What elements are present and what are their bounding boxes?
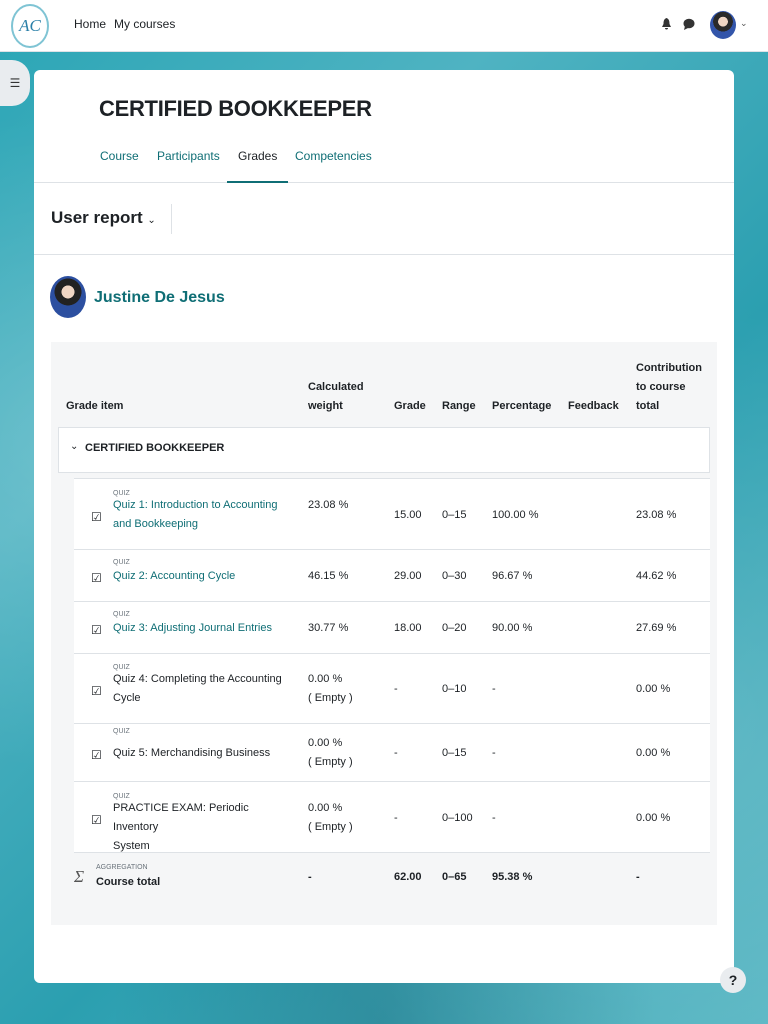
grade-item-name: Quiz 5: Merchandising Business xyxy=(113,747,271,759)
calculated-weight: - xyxy=(308,871,312,883)
grade-row: ☑ QUIZ PRACTICE EXAM: Periodic Inventory Sy… xyxy=(74,781,710,852)
user-avatar[interactable] xyxy=(710,11,736,39)
bell-icon[interactable] xyxy=(661,18,672,30)
quiz-checkbox-icon: ☑ xyxy=(91,571,102,585)
header-weight: Calculated weight xyxy=(308,381,364,412)
calculated-weight: 0.00 %( Empty ) xyxy=(308,737,353,768)
header-percentage: Percentage xyxy=(492,400,552,412)
header-grade: Grade xyxy=(394,400,426,412)
nav-home[interactable]: Home xyxy=(74,17,106,31)
item-type: AGGREGATION xyxy=(96,864,148,871)
range: 0–20 xyxy=(442,622,467,634)
report-selector[interactable]: User report ⌄ xyxy=(51,208,156,228)
chat-icon[interactable] xyxy=(683,18,695,30)
grade-row: ☑ QUIZ Quiz 3: Adjusting Journal Entries 30… xyxy=(74,601,710,653)
percentage: 95.38 % xyxy=(492,871,533,883)
grade: 62.00 xyxy=(394,871,422,883)
grade-item-name: Quiz 4: Completing the Accounting Cycle xyxy=(113,673,282,704)
item-type: QUIZ xyxy=(113,728,130,735)
divider xyxy=(34,254,734,255)
contribution: 0.00 % xyxy=(636,683,671,695)
user-picture[interactable] xyxy=(50,276,86,318)
grade-table: Grade item Calculated weight Grade Range … xyxy=(51,342,717,925)
range: 0–30 xyxy=(442,570,467,582)
percentage: - xyxy=(492,811,496,824)
calculated-weight: 46.15 % xyxy=(308,570,349,582)
course-total-row: Σ AGGREGATION Course total - 62.00 0–65 95.38 … xyxy=(74,852,710,904)
site-logo[interactable]: AC xyxy=(11,4,49,48)
grade-item-name[interactable]: Quiz 3: Adjusting Journal Entries xyxy=(113,619,293,638)
grade-item-name[interactable]: Quiz 1: Introduction to Accounting and Bo… xyxy=(113,496,293,534)
chevron-down-icon[interactable]: ⌄ xyxy=(70,441,78,452)
nav-my-courses[interactable]: My courses xyxy=(114,17,175,31)
grade-row: ☑ QUIZ Quiz 1: Introduction to Accounting a… xyxy=(74,478,710,549)
grade-row: ☑ QUIZ Quiz 4: Completing the Accounting Cy… xyxy=(74,653,710,723)
range: 0–15 xyxy=(442,747,467,759)
range: 0–15 xyxy=(442,508,467,521)
grade: 29.00 xyxy=(394,570,422,582)
range: 0–65 xyxy=(442,871,467,883)
percentage: 100.00 % xyxy=(492,508,539,521)
course-total-label: Course total xyxy=(96,876,161,888)
grade: - xyxy=(394,747,398,759)
quiz-checkbox-icon: ☑ xyxy=(91,623,102,637)
contribution: 27.69 % xyxy=(636,622,677,634)
chevron-down-icon: ⌄ xyxy=(147,215,156,226)
percentage: - xyxy=(492,683,496,695)
range: 0–10 xyxy=(442,683,467,695)
calculated-weight: 23.08 % xyxy=(308,498,349,511)
contribution: 0.00 % xyxy=(636,747,671,759)
calculated-weight: 0.00 %( Empty ) xyxy=(308,673,353,704)
quiz-checkbox-icon: ☑ xyxy=(91,748,102,762)
grade: 15.00 xyxy=(394,508,422,521)
course-index-toggle[interactable]: ☰ xyxy=(0,60,30,106)
calculated-weight: 30.77 % xyxy=(308,622,349,634)
quiz-checkbox-icon: ☑ xyxy=(91,812,102,827)
percentage: 90.00 % xyxy=(492,622,533,634)
sigma-icon: Σ xyxy=(74,867,85,886)
grade-item-name: PRACTICE EXAM: Periodic Inventory System xyxy=(113,801,249,852)
category-row[interactable]: ⌄ CERTIFIED BOOKKEEPER xyxy=(58,427,710,473)
course-tabs: Course Participants Grades Competencies xyxy=(34,142,734,183)
calculated-weight: 0.00 %( Empty ) xyxy=(308,801,353,833)
top-navbar: AC Home My courses ⌄ xyxy=(0,0,768,52)
tab-participants[interactable]: Participants xyxy=(157,149,220,183)
contribution: 44.62 % xyxy=(636,570,677,582)
header-grade-item: Grade item xyxy=(66,400,124,412)
chevron-down-icon[interactable]: ⌄ xyxy=(740,18,748,29)
quiz-checkbox-icon: ☑ xyxy=(91,509,102,524)
grade-row: ☑ QUIZ Quiz 2: Accounting Cycle 46.15 % 29.0… xyxy=(74,549,710,601)
grade: - xyxy=(394,683,398,695)
percentage: 96.67 % xyxy=(492,570,533,582)
tab-grades[interactable]: Grades xyxy=(227,149,289,183)
main-content: CERTIFIED BOOKKEEPER Course Participants… xyxy=(34,70,734,983)
quiz-checkbox-icon: ☑ xyxy=(91,684,102,698)
contribution: 0.00 % xyxy=(636,811,671,824)
grade-row: ☑ QUIZ Quiz 5: Merchandising Business 0.00 … xyxy=(74,723,710,781)
percentage: - xyxy=(492,747,496,759)
range: 0–100 xyxy=(442,811,473,824)
tab-course[interactable]: Course xyxy=(100,149,139,183)
user-name-link[interactable]: Justine De Jesus xyxy=(94,289,225,307)
header-range: Range xyxy=(442,400,476,412)
header-contribution: Contribution to course total xyxy=(636,362,702,412)
tab-competencies[interactable]: Competencies xyxy=(295,149,372,183)
grade: - xyxy=(394,811,398,824)
help-button[interactable]: ? xyxy=(720,967,746,993)
grade: 18.00 xyxy=(394,622,422,634)
page-title: CERTIFIED BOOKKEEPER xyxy=(99,96,372,121)
contribution: 23.08 % xyxy=(636,508,677,521)
divider xyxy=(171,204,172,234)
grade-item-name[interactable]: Quiz 2: Accounting Cycle xyxy=(113,567,293,586)
contribution: - xyxy=(636,871,640,883)
header-feedback: Feedback xyxy=(568,400,619,412)
